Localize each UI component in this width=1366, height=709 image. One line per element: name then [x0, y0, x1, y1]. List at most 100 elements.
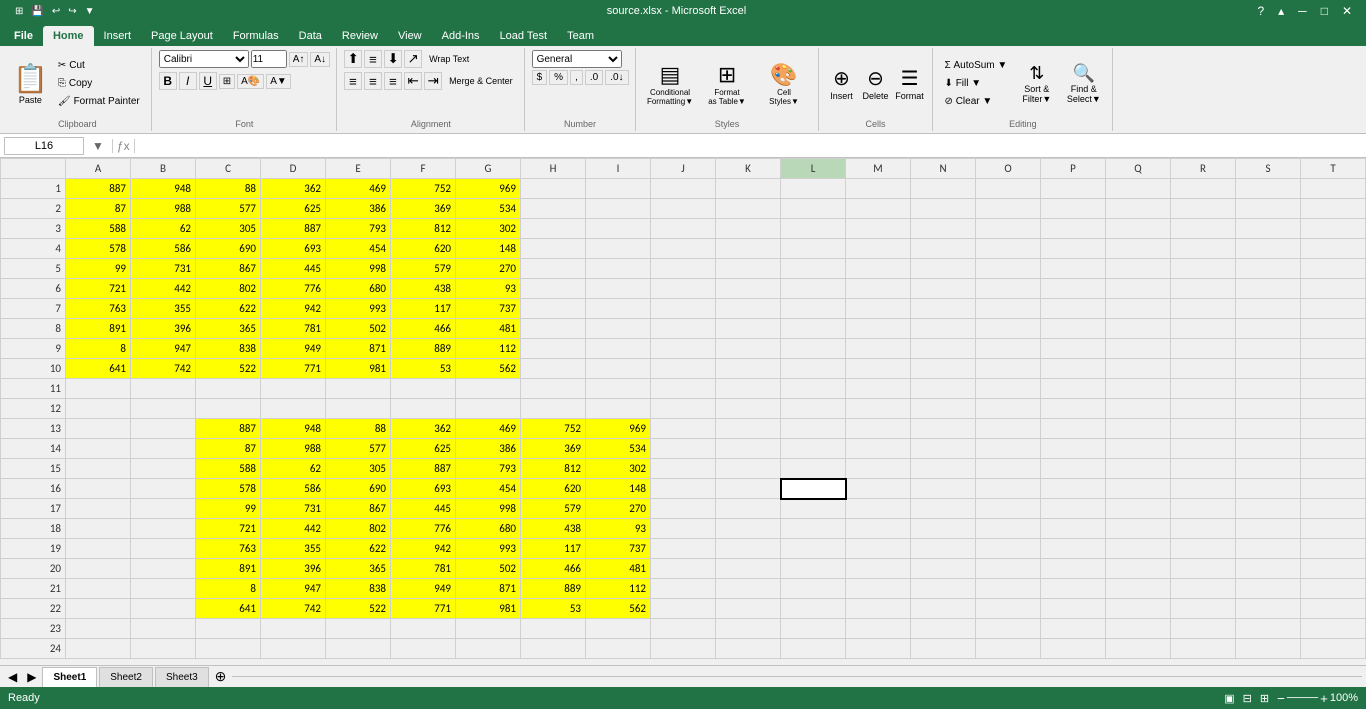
cell-N23[interactable]: [911, 619, 976, 639]
tab-loadtest[interactable]: Load Test: [490, 26, 558, 46]
cell-C18[interactable]: 721: [196, 519, 261, 539]
cell-E3[interactable]: 793: [326, 219, 391, 239]
cell-F5[interactable]: 579: [391, 259, 456, 279]
cell-C21[interactable]: 8: [196, 579, 261, 599]
cell-K4[interactable]: [716, 239, 781, 259]
cell-L13[interactable]: [781, 419, 846, 439]
cell-T5[interactable]: [1301, 259, 1366, 279]
cell-M14[interactable]: [846, 439, 911, 459]
cell-C20[interactable]: 891: [196, 559, 261, 579]
cell-N4[interactable]: [911, 239, 976, 259]
excel-icon[interactable]: ⊞: [12, 5, 26, 18]
cell-R12[interactable]: [1171, 399, 1236, 419]
cell-I1[interactable]: [586, 179, 651, 199]
cell-S4[interactable]: [1236, 239, 1301, 259]
cell-S12[interactable]: [1236, 399, 1301, 419]
cell-H16[interactable]: 620: [521, 479, 586, 499]
cell-H19[interactable]: 117: [521, 539, 586, 559]
cell-N16[interactable]: [911, 479, 976, 499]
cell-M10[interactable]: [846, 359, 911, 379]
cell-O3[interactable]: [976, 219, 1041, 239]
cell-G23[interactable]: [456, 619, 521, 639]
row-header-24[interactable]: 24: [1, 639, 66, 659]
cell-J19[interactable]: [651, 539, 716, 559]
cell-G17[interactable]: 998: [456, 499, 521, 519]
cell-S1[interactable]: [1236, 179, 1301, 199]
cell-P13[interactable]: [1041, 419, 1106, 439]
cell-K10[interactable]: [716, 359, 781, 379]
cell-B9[interactable]: 947: [131, 339, 196, 359]
cell-O23[interactable]: [976, 619, 1041, 639]
cell-G6[interactable]: 93: [456, 279, 521, 299]
cell-D14[interactable]: 988: [261, 439, 326, 459]
cell-L7[interactable]: [781, 299, 846, 319]
cell-P8[interactable]: [1041, 319, 1106, 339]
cell-A16[interactable]: [66, 479, 131, 499]
cell-P7[interactable]: [1041, 299, 1106, 319]
cell-N5[interactable]: [911, 259, 976, 279]
cell-A8[interactable]: 891: [66, 319, 131, 339]
col-header-P[interactable]: P: [1041, 159, 1106, 179]
cell-P22[interactable]: [1041, 599, 1106, 619]
tab-formulas[interactable]: Formulas: [223, 26, 289, 46]
cell-J12[interactable]: [651, 399, 716, 419]
cell-N18[interactable]: [911, 519, 976, 539]
cell-K13[interactable]: [716, 419, 781, 439]
row-header-10[interactable]: 10: [1, 359, 66, 379]
cell-B13[interactable]: [131, 419, 196, 439]
zoom-slider[interactable]: ────: [1287, 692, 1318, 704]
cell-I8[interactable]: [586, 319, 651, 339]
cell-F11[interactable]: [391, 379, 456, 399]
row-header-17[interactable]: 17: [1, 499, 66, 519]
cell-J7[interactable]: [651, 299, 716, 319]
merge-center-btn[interactable]: Merge & Center: [444, 72, 518, 90]
cell-P12[interactable]: [1041, 399, 1106, 419]
cell-H13[interactable]: 752: [521, 419, 586, 439]
cell-A2[interactable]: 87: [66, 199, 131, 219]
cell-M8[interactable]: [846, 319, 911, 339]
cell-L12[interactable]: [781, 399, 846, 419]
text-angle-btn[interactable]: ↗: [404, 50, 422, 68]
cell-F21[interactable]: 949: [391, 579, 456, 599]
cell-I3[interactable]: [586, 219, 651, 239]
cell-N19[interactable]: [911, 539, 976, 559]
cell-L5[interactable]: [781, 259, 846, 279]
cell-A20[interactable]: [66, 559, 131, 579]
row-header-9[interactable]: 9: [1, 339, 66, 359]
cell-K21[interactable]: [716, 579, 781, 599]
cell-B22[interactable]: [131, 599, 196, 619]
cell-Q9[interactable]: [1106, 339, 1171, 359]
cell-J6[interactable]: [651, 279, 716, 299]
cell-O9[interactable]: [976, 339, 1041, 359]
cell-T7[interactable]: [1301, 299, 1366, 319]
quick-access-toolbar[interactable]: ⊞ 💾 ↩ ↪ ▼: [8, 0, 102, 22]
cell-T14[interactable]: [1301, 439, 1366, 459]
cell-J13[interactable]: [651, 419, 716, 439]
cell-Q6[interactable]: [1106, 279, 1171, 299]
cell-R6[interactable]: [1171, 279, 1236, 299]
cell-H23[interactable]: [521, 619, 586, 639]
cell-styles-btn[interactable]: 🎨 CellStyles▼: [757, 56, 812, 112]
cell-I9[interactable]: [586, 339, 651, 359]
cell-S23[interactable]: [1236, 619, 1301, 639]
cell-C7[interactable]: 622: [196, 299, 261, 319]
cell-D19[interactable]: 355: [261, 539, 326, 559]
cell-B3[interactable]: 62: [131, 219, 196, 239]
cell-K3[interactable]: [716, 219, 781, 239]
cell-H18[interactable]: 438: [521, 519, 586, 539]
cell-J11[interactable]: [651, 379, 716, 399]
cell-K9[interactable]: [716, 339, 781, 359]
cell-J10[interactable]: [651, 359, 716, 379]
cell-N24[interactable]: [911, 639, 976, 659]
cell-M17[interactable]: [846, 499, 911, 519]
row-header-16[interactable]: 16: [1, 479, 66, 499]
cell-A9[interactable]: 8: [66, 339, 131, 359]
cell-P15[interactable]: [1041, 459, 1106, 479]
cell-G10[interactable]: 562: [456, 359, 521, 379]
cell-C10[interactable]: 522: [196, 359, 261, 379]
row-header-23[interactable]: 23: [1, 619, 66, 639]
cell-D8[interactable]: 781: [261, 319, 326, 339]
cell-D24[interactable]: [261, 639, 326, 659]
cell-R24[interactable]: [1171, 639, 1236, 659]
cell-D23[interactable]: [261, 619, 326, 639]
